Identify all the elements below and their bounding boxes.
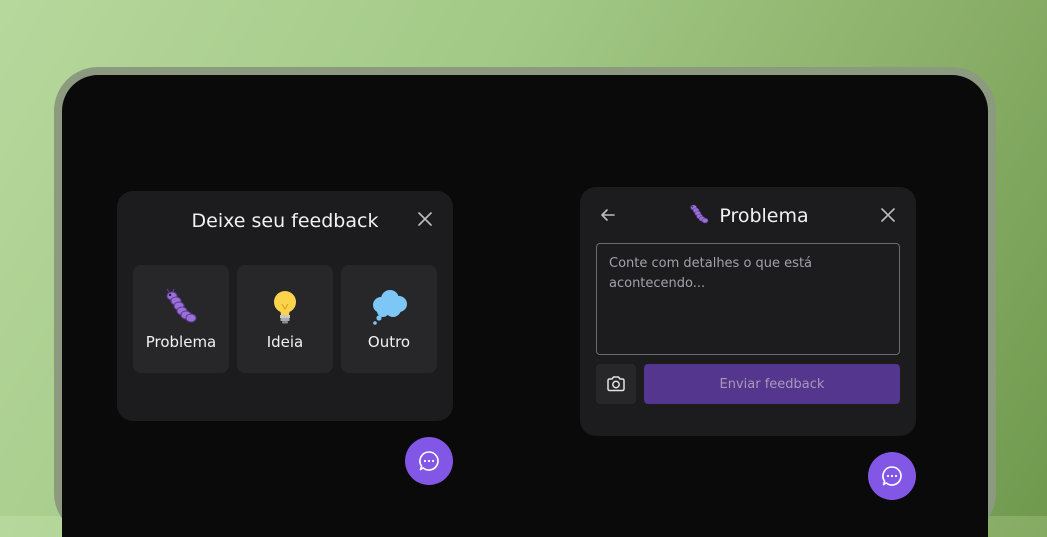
lightbulb-icon [265, 287, 305, 327]
feedback-textarea[interactable] [596, 243, 900, 355]
feedback-type-label: Problema [145, 333, 217, 351]
feedback-type-ideia[interactable]: Ideia [237, 265, 333, 373]
widget-title: Deixe seu feedback [191, 210, 379, 232]
close-button[interactable] [415, 209, 435, 229]
bug-icon [687, 202, 711, 230]
camera-icon [607, 376, 625, 392]
feedback-type-label: Ideia [266, 333, 304, 351]
feedback-type-list: Problema Ideia Outro [133, 265, 437, 373]
open-feedback-button[interactable] [868, 452, 916, 500]
bug-icon [161, 287, 201, 327]
submit-feedback-button[interactable]: Enviar feedback [644, 364, 900, 404]
form-title: Problema [719, 205, 809, 227]
feedback-type-outro[interactable]: Outro [341, 265, 437, 373]
take-screenshot-button[interactable] [596, 364, 636, 404]
thought-cloud-icon [369, 287, 409, 327]
feedback-widget-type-select: Deixe seu feedback Problema Ideia Outro [117, 191, 453, 421]
form-header: Problema [580, 201, 916, 231]
feedback-type-problema[interactable]: Problema [133, 265, 229, 373]
chat-bubble-icon [882, 466, 902, 486]
feedback-type-label: Outro [367, 333, 411, 351]
chat-bubble-icon [419, 451, 439, 471]
open-feedback-button[interactable] [405, 437, 453, 485]
close-button[interactable] [878, 205, 898, 225]
close-icon [881, 208, 895, 222]
feedback-widget-form: Problema Enviar feedback [580, 187, 916, 436]
close-icon [418, 212, 432, 226]
